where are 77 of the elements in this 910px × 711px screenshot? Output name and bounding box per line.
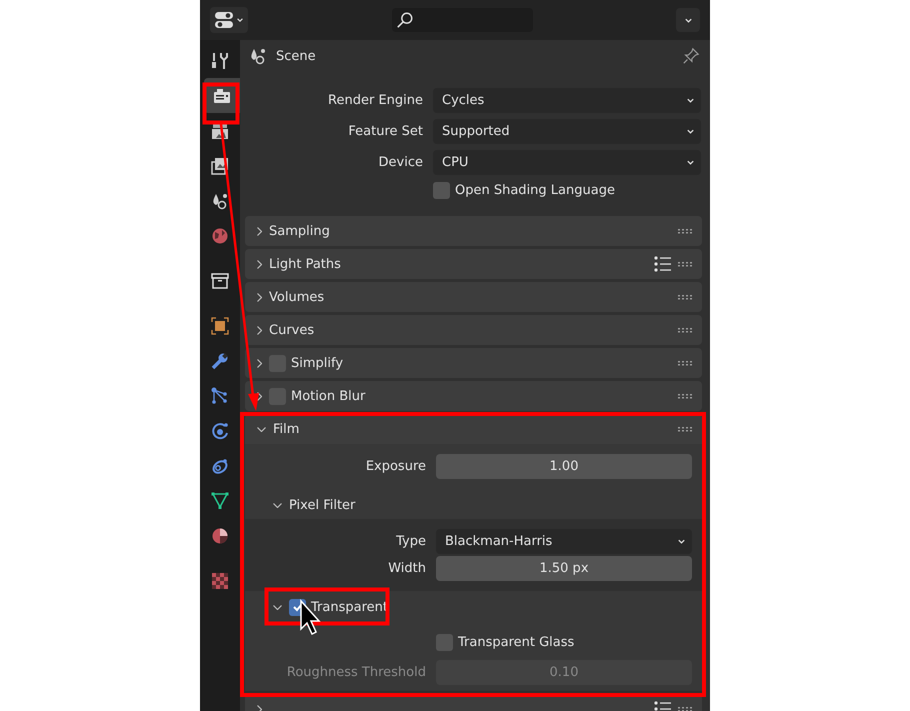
tool-icon — [210, 50, 230, 70]
drag-handle-icon[interactable] — [677, 426, 693, 432]
drag-handle-icon[interactable] — [677, 706, 693, 711]
checkbox[interactable] — [433, 182, 450, 198]
panel-header[interactable]: Light Paths — [245, 249, 702, 279]
panel-header[interactable]: Sampling — [245, 216, 702, 246]
panel-title: Volumes — [269, 290, 324, 304]
caret-icon — [236, 16, 244, 24]
context-title: Scene — [276, 48, 316, 64]
drag-handle-icon[interactable] — [677, 228, 693, 234]
drag-handle-icon[interactable] — [677, 294, 693, 300]
number-field[interactable]: 1.50 px — [436, 556, 692, 580]
caret-icon — [686, 158, 695, 166]
caret-icon — [684, 16, 692, 24]
globe-icon — [210, 226, 230, 246]
panel-title: Light Paths — [269, 256, 341, 272]
panel-header[interactable]: Curves — [245, 315, 702, 345]
field-label: Device — [378, 154, 423, 170]
drag-handle-icon[interactable] — [677, 393, 693, 399]
subpanel-header[interactable]: Pixel Filter — [245, 491, 702, 519]
field-label: Width — [387, 560, 426, 576]
checker-icon — [210, 570, 230, 590]
field-label: Roughness Threshold — [286, 664, 426, 680]
chevron-right-icon — [257, 326, 262, 334]
chevron-right-icon — [257, 704, 262, 711]
field-label: Render Engine — [327, 92, 423, 108]
checkbox[interactable] — [436, 634, 453, 650]
chevron-right-icon — [257, 226, 262, 236]
search-field[interactable] — [392, 8, 533, 32]
dropdown[interactable]: Cycles — [433, 88, 701, 112]
field-label: Feature Set — [347, 124, 423, 138]
panel-header[interactable]: Film — [245, 414, 702, 444]
chevron-down-icon — [273, 604, 282, 610]
image-stack-icon — [210, 156, 230, 176]
highlight-frame — [202, 82, 240, 124]
panel-title: Simplify — [291, 356, 344, 370]
box-icon — [210, 270, 230, 290]
orbit-icon — [210, 420, 230, 440]
wrench-icon — [210, 350, 230, 370]
chevron-right-icon — [257, 260, 262, 268]
list-icon[interactable] — [654, 256, 672, 272]
panel-title: Film — [273, 422, 300, 436]
chevron-down-icon — [257, 426, 266, 432]
caret-icon — [686, 126, 695, 136]
field-label: Exposure — [364, 458, 426, 474]
panel-header[interactable]: Simplify — [245, 348, 702, 378]
panel-header[interactable]: Motion Blur — [245, 381, 702, 411]
checkbox-label: Open Shading Language — [455, 182, 615, 198]
editor-type-button[interactable] — [210, 7, 248, 33]
drag-handle-icon[interactable] — [677, 261, 693, 267]
dropdown[interactable]: CPU — [433, 150, 701, 174]
panel-title: Curves — [269, 322, 314, 338]
checkbox-label: Transparent Glass — [458, 634, 574, 650]
caret-icon — [677, 536, 686, 546]
nodes-icon — [210, 386, 230, 406]
dropdown[interactable]: Blackman-Harris — [436, 528, 692, 554]
drag-handle-icon[interactable] — [677, 327, 693, 333]
search-icon — [396, 11, 414, 29]
drag-handle-icon[interactable] — [677, 360, 693, 366]
sphere-icon — [210, 526, 230, 546]
toggle-icon — [214, 11, 234, 29]
panel-title: Sampling — [269, 224, 330, 238]
number-field[interactable]: 1.00 — [436, 454, 692, 478]
panel-header[interactable]: Volumes — [245, 282, 702, 312]
pin-icon[interactable] — [682, 47, 700, 65]
chevron-right-icon — [257, 392, 262, 400]
caret-icon — [686, 96, 695, 104]
triangle-icon — [210, 490, 230, 510]
field-label: Type — [395, 534, 426, 548]
panel-title: Motion Blur — [291, 388, 366, 404]
chevron-down-icon — [273, 502, 282, 508]
panel-title: Pixel Filter — [289, 498, 356, 512]
chevron-right-icon — [257, 292, 262, 302]
chevron-right-icon — [257, 358, 262, 368]
square-icon — [210, 316, 230, 336]
dropdown[interactable]: Supported — [433, 118, 701, 144]
panel-title: Transparent — [311, 600, 388, 614]
